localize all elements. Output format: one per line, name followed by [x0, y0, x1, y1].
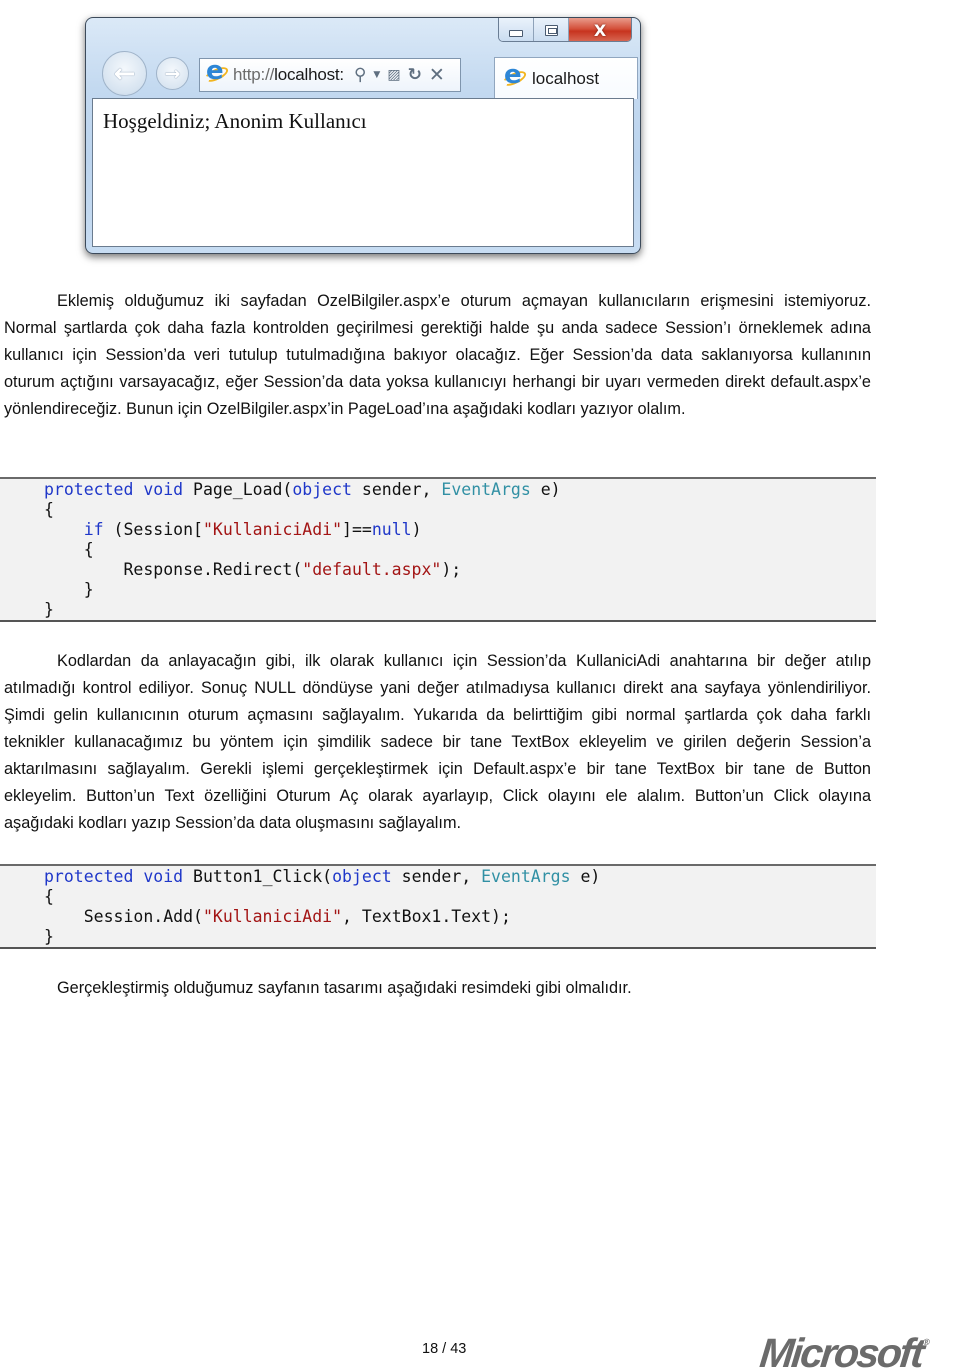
code-line: protected void Page_Load(object sender, …	[44, 480, 561, 499]
paragraph-design-note: Gerçekleştirmiş olduğumuz sayfanın tasar…	[4, 975, 871, 1002]
address-bar[interactable]: e http://localhost: ⚲ ▼ ▨ ↻ ✕	[199, 58, 461, 92]
code-block-button-click: protected void Button1_Click(object send…	[0, 864, 876, 949]
code-line: {	[44, 500, 54, 519]
paragraph-explanation-text: Kodlardan da anlayacağın gibi, ilk olara…	[4, 652, 871, 832]
code-line: Session.Add("KullaniciAdi", TextBox1.Tex…	[44, 907, 511, 926]
dropdown-arrow-icon[interactable]: ▼	[373, 70, 380, 80]
forward-button[interactable]: →	[156, 57, 189, 90]
code-block-page-load: protected void Page_Load(object sender, …	[0, 477, 876, 622]
ie-logo-icon: e	[202, 58, 231, 87]
minimize-button[interactable]	[499, 18, 534, 41]
code-line: protected void Button1_Click(object send…	[44, 867, 601, 886]
welcome-message: Hoşgeldiniz; Anonim Kullanıcı	[103, 109, 367, 133]
back-button[interactable]: ←	[102, 51, 147, 96]
close-button[interactable]: X	[569, 18, 631, 41]
close-icon: X	[593, 20, 607, 40]
url-host: localhost:	[274, 65, 344, 84]
code-line: }	[44, 600, 54, 619]
tab-title: localhost	[532, 68, 600, 88]
window-controls: X	[498, 18, 632, 42]
stop-icon[interactable]: ✕	[429, 64, 445, 86]
tab-favicon-icon: e	[500, 62, 529, 91]
code-line: if (Session["KullaniciAdi"]==null)	[83, 520, 422, 539]
search-icon[interactable]: ⚲	[354, 65, 366, 85]
code-line: Response.Redirect("default.aspx");	[44, 560, 462, 579]
paragraph-intro: Eklemiş olduğumuz iki sayfadan OzelBilgi…	[4, 288, 871, 423]
maximize-icon	[544, 24, 558, 36]
back-arrow-icon: ←	[113, 58, 136, 89]
browser-tab[interactable]: e localhost	[494, 57, 638, 99]
url-text[interactable]: http://localhost:	[233, 65, 344, 85]
code-line: }	[44, 927, 54, 946]
paragraph-intro-text: Eklemiş olduğumuz iki sayfadan OzelBilgi…	[4, 292, 871, 418]
compatibility-view-icon[interactable]: ▨	[387, 67, 400, 83]
page-number: 18 / 43	[422, 1341, 467, 1357]
refresh-icon[interactable]: ↻	[408, 65, 422, 85]
maximize-button[interactable]	[534, 18, 569, 41]
minimize-icon	[509, 29, 523, 37]
code-line: {	[44, 887, 54, 906]
url-scheme: http://	[233, 65, 275, 84]
code-line: {	[44, 540, 94, 559]
forward-arrow-icon: →	[164, 62, 181, 85]
logo-text: Microsoft	[757, 1330, 925, 1372]
paragraph-design-note-text: Gerçekleştirmiş olduğumuz sayfanın tasar…	[57, 979, 632, 997]
browser-viewport: Hoşgeldiniz; Anonim Kullanıcı	[92, 98, 634, 247]
paragraph-explanation: Kodlardan da anlayacağın gibi, ilk olara…	[4, 648, 871, 837]
code-line: }	[44, 580, 94, 599]
browser-screenshot: X ← → e http://localhost: ⚲ ▼ ▨ ↻ ✕ e lo…	[85, 17, 641, 254]
microsoft-logo: Microsoft®	[758, 1330, 932, 1372]
registered-mark-icon: ®	[922, 1337, 931, 1347]
